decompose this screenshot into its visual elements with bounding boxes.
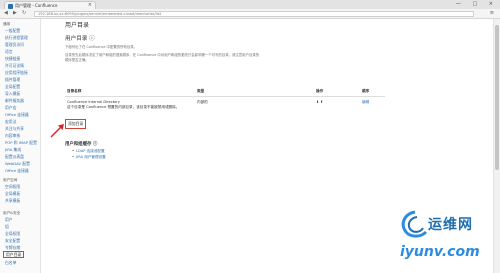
forward-icon[interactable]: ▶ bbox=[13, 10, 17, 17]
watermark-swirl-logo-icon bbox=[401, 210, 428, 238]
confluence-favicon-icon bbox=[8, 3, 13, 9]
page-title: 用户目录 bbox=[65, 22, 90, 29]
sidebar-item[interactable]: 关注与共享 bbox=[5, 126, 24, 131]
sidebar-item-groups[interactable]: 组 bbox=[5, 224, 9, 229]
list-item[interactable]: • JIRA 用户管理设置 bbox=[72, 155, 106, 160]
column-header-type: 类型 bbox=[195, 88, 314, 97]
table-header-row: 目录名称 类型 操作 顺序 bbox=[65, 88, 385, 97]
browser-tab-bar: 用户管理 - Confluence × — □ × bbox=[0, 0, 500, 9]
sidebar-section-general: 通用 bbox=[3, 22, 11, 26]
sidebar-item[interactable]: 语言 bbox=[5, 49, 13, 54]
column-header-name: 目录名称 bbox=[65, 88, 195, 97]
scrollbar-thumb[interactable] bbox=[495, 25, 499, 170]
tab-title: 用户管理 - Confluence bbox=[15, 3, 58, 8]
directory-name-cell: Confluence Internal Directory 这个目录是 Conf… bbox=[65, 97, 195, 113]
directory-note: 这个目录是 Confluence 预置的内部目录，该目录不能被禁用或删除。 bbox=[67, 104, 180, 109]
sidebar-item[interactable]: 应用程序链接 bbox=[5, 70, 28, 75]
sidebar-item[interactable]: 许可证详情 bbox=[5, 63, 24, 68]
browser-menu-icon[interactable]: ≡ bbox=[490, 10, 494, 17]
sidebar-section-spaces: 用户空间 bbox=[3, 178, 18, 182]
sidebar-item[interactable]: WebDAV 配置 bbox=[5, 161, 30, 166]
sidebar-item[interactable]: 共享模板 bbox=[5, 198, 20, 203]
sidebar-item[interactable]: 用户宏 bbox=[5, 105, 16, 110]
sidebar-item-whitelist[interactable]: 白名单 bbox=[5, 260, 16, 265]
sidebar-item[interactable]: 管理员访问 bbox=[5, 42, 24, 47]
sidebar-item-users[interactable]: 用户 bbox=[5, 217, 13, 222]
tab-close-icon[interactable]: × bbox=[88, 2, 92, 9]
order-arrows[interactable]: ⬇ ⬆ bbox=[314, 97, 360, 113]
reload-icon[interactable]: ↻ bbox=[22, 10, 26, 17]
sidebar-item[interactable]: 全局配置 bbox=[5, 84, 20, 89]
sidebar-item-token-storage[interactable]: 令牌存储 bbox=[5, 245, 20, 250]
section-title: 用户目录 ⓘ bbox=[65, 36, 95, 42]
sidebar-item[interactable]: JIRA 集成 bbox=[5, 147, 21, 152]
sidebar-item[interactable]: 全局模板 bbox=[5, 191, 20, 196]
bullet-icon: • bbox=[72, 155, 75, 159]
sidebar-item[interactable]: Office 连接器 bbox=[5, 168, 29, 173]
sidebar-item[interactable]: 配置仪表盘 bbox=[5, 154, 24, 159]
edit-link[interactable]: 编辑 bbox=[360, 97, 385, 113]
user-group-cache-title: 用户和组缓存 ⓘ bbox=[65, 142, 98, 147]
table-row: Confluence Internal Directory 这个目录是 Conf… bbox=[65, 97, 385, 113]
sidebar-section-users: 用户&安全 bbox=[3, 211, 21, 215]
sidebar-item[interactable]: POP 和 IMAP 配置 bbox=[5, 140, 37, 145]
browser-tab[interactable]: 用户管理 - Confluence × bbox=[4, 1, 96, 9]
sidebar-item[interactable]: Office 连接器 bbox=[5, 112, 29, 117]
description-line: 下面列出了在 Confluence 中配置的所有目录。 bbox=[65, 45, 138, 49]
red-arrow-annotation bbox=[50, 124, 64, 138]
bullet-icon: • bbox=[72, 149, 75, 153]
admin-sidebar: 通用 一般配置 执行进程管理 管理员访问 语言 快捷链接 许可证详情 应用程序链… bbox=[0, 19, 41, 273]
list-item[interactable]: • LDAP 连接池配置 bbox=[72, 149, 105, 154]
sidebar-item[interactable]: 插件管理 bbox=[5, 77, 20, 82]
sidebar-item[interactable]: 执行进程管理 bbox=[5, 35, 28, 40]
sidebar-item-global-permissions[interactable]: 全局权限 bbox=[5, 231, 20, 236]
description-line: 目录的先后顺序决定了用户和组的搜索顺序，在 Confluence 中对用户和组的… bbox=[65, 53, 260, 57]
watermark-en-text: iyunv.com bbox=[400, 244, 480, 260]
directory-table: 目录名称 类型 操作 顺序 Confluence Internal Direct… bbox=[65, 88, 385, 113]
url-input[interactable]: 192.168.xx.xx:8090/plugins/servlet/embed… bbox=[34, 10, 474, 17]
sidebar-item[interactable]: 一般配置 bbox=[5, 28, 20, 33]
sidebar-item[interactable]: 邮件服务器 bbox=[5, 98, 24, 103]
window-controls[interactable]: — □ × bbox=[456, 0, 498, 8]
column-header-order: 顺序 bbox=[360, 88, 385, 97]
column-header-operations: 操作 bbox=[314, 88, 360, 97]
iyunv-watermark: 运维网 iyunv.com bbox=[398, 208, 498, 270]
address-bar: ◀ ▶ ↻ 192.168.xx.xx:8090/plugins/servlet… bbox=[0, 9, 500, 19]
sidebar-item-user-directories[interactable]: 用户目录 bbox=[3, 251, 25, 258]
sidebar-item-security[interactable]: 安全配置 bbox=[5, 238, 20, 243]
sidebar-item[interactable]: 快捷链接 bbox=[5, 56, 20, 61]
sidebar-item[interactable]: 导入模板 bbox=[5, 91, 20, 96]
watermark-cn-text: 运维网 bbox=[428, 217, 473, 233]
add-directory-button[interactable]: 添加目录 bbox=[65, 119, 87, 129]
sidebar-item[interactable]: 空间权限 bbox=[5, 184, 20, 189]
sidebar-item[interactable]: 内容审核 bbox=[5, 133, 20, 138]
directory-type: 内部的 bbox=[197, 100, 208, 104]
back-icon[interactable]: ◀ bbox=[4, 10, 8, 17]
description-line: 顺序是否正确。 bbox=[65, 58, 89, 62]
sidebar-item[interactable]: 宏用法 bbox=[5, 119, 16, 124]
